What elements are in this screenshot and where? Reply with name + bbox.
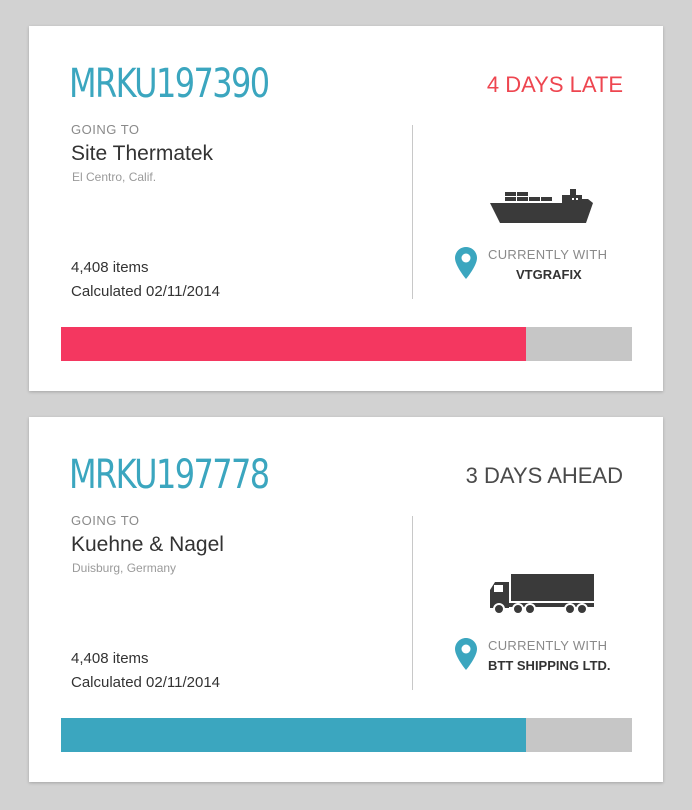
going-to-label: GOING TO <box>71 122 140 137</box>
progress-bar-fill <box>61 718 527 752</box>
calculated-date: Calculated 02/11/2014 <box>71 283 221 300</box>
destination-city: El Centro, Calif. <box>72 170 157 184</box>
destination-city: Duisburg, Germany <box>72 561 177 575</box>
location-pin-icon <box>455 638 477 670</box>
progress-bar <box>61 718 632 752</box>
divider <box>412 516 413 690</box>
location-pin-icon <box>455 247 477 279</box>
calculated-date: Calculated 02/11/2014 <box>71 674 221 691</box>
carrier-name: BTT SHIPPING LTD. <box>488 658 611 673</box>
shipment-card[interactable]: MRKU197778 3 DAYS AHEAD GOING TO Kuehne … <box>29 417 663 782</box>
status-label: 3 DAYS AHEAD <box>465 463 623 488</box>
tracking-number: MRKU197390 <box>69 61 270 107</box>
currently-with-label: CURRENTLY WITH <box>488 638 608 653</box>
destination-name: Kuehne & Nagel <box>71 533 224 556</box>
cargo-ship-icon <box>490 189 593 223</box>
item-count: 4,408 items <box>71 259 149 276</box>
carrier-name: VTGRAFIX <box>516 267 582 282</box>
shipment-card[interactable]: MRKU197390 4 DAYS LATE GOING TO Site The… <box>29 26 663 391</box>
tracking-number: MRKU197778 <box>69 452 270 498</box>
truck-icon <box>490 574 594 615</box>
currently-with-label: CURRENTLY WITH <box>488 247 608 262</box>
progress-bar <box>61 327 632 361</box>
destination-name: Site Thermatek <box>71 142 214 165</box>
divider <box>412 125 413 299</box>
going-to-label: GOING TO <box>71 513 140 528</box>
progress-bar-fill <box>61 327 527 361</box>
status-label: 4 DAYS LATE <box>486 72 623 97</box>
item-count: 4,408 items <box>71 650 149 667</box>
